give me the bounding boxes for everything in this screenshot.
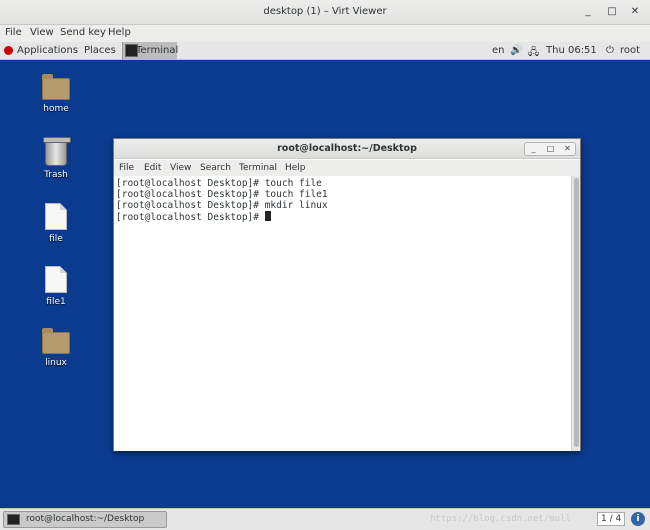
- terminal-close-button[interactable]: ✕: [559, 143, 576, 155]
- terminal-menubar: File Edit View Search Terminal Help: [114, 160, 580, 176]
- taskbar-terminal-button[interactable]: Terminal: [122, 42, 179, 60]
- desktop-icon-label: file1: [46, 297, 66, 307]
- desktop-icon-label: Trash: [44, 170, 68, 180]
- terminal-output[interactable]: [root@localhost Desktop]# touch file [ro…: [114, 176, 572, 451]
- user-menu[interactable]: root: [620, 45, 640, 56]
- trash-icon: [43, 137, 71, 166]
- terminal-prompt: [root@localhost Desktop]#: [116, 212, 265, 223]
- terminal-icon: [7, 514, 20, 525]
- folder-icon: [42, 328, 70, 354]
- watermark: https://blog.csdn.net/mull: [430, 514, 571, 524]
- window-title: desktop (1) – Virt Viewer: [263, 6, 387, 17]
- menu-send-key[interactable]: Send key: [60, 27, 106, 38]
- terminal-menu-terminal[interactable]: Terminal: [239, 163, 277, 173]
- minimize-button[interactable]: _: [580, 4, 596, 20]
- desktop-icon-label: file: [49, 234, 63, 244]
- menu-help[interactable]: Help: [108, 27, 131, 38]
- terminal-titlebar[interactable]: root@localhost:~/Desktop _ □ ✕: [114, 139, 580, 159]
- terminal-menu-edit[interactable]: Edit: [144, 163, 161, 173]
- guest-top-panel: Applications Places Terminal en 🔊 🖧 Thu …: [0, 42, 650, 60]
- terminal-menu-search[interactable]: Search: [200, 163, 231, 173]
- desktop-icon-label: home: [43, 104, 69, 114]
- terminal-window-controls: _ □ ✕: [524, 142, 576, 156]
- taskbar-item-label: root@localhost:~/Desktop: [26, 514, 145, 524]
- text-cursor: [264, 211, 271, 221]
- terminal-line: [root@localhost Desktop]# mkdir linux: [116, 200, 328, 211]
- applications-menu[interactable]: Applications: [17, 45, 78, 56]
- desktop-icon-file[interactable]: file: [21, 203, 91, 244]
- scrollbar-thumb[interactable]: [574, 178, 579, 447]
- folder-icon: [42, 74, 70, 100]
- volume-icon[interactable]: 🔊: [510, 45, 522, 56]
- terminal-prompt-line: [root@localhost Desktop]#: [116, 211, 570, 223]
- redhat-logo-icon: [4, 46, 13, 55]
- window-titlebar[interactable]: desktop (1) – Virt Viewer _ □ ✕: [0, 0, 650, 25]
- desktop-icon-trash[interactable]: Trash: [21, 137, 91, 180]
- desktop-icon-linux[interactable]: linux: [21, 328, 91, 368]
- terminal-menu-help[interactable]: Help: [285, 163, 306, 173]
- maximize-button[interactable]: □: [604, 4, 620, 20]
- terminal-window[interactable]: root@localhost:~/Desktop _ □ ✕ File Edit…: [113, 138, 581, 451]
- terminal-line: [root@localhost Desktop]# touch file: [116, 178, 322, 189]
- info-icon[interactable]: i: [631, 512, 645, 526]
- terminal-menu-view[interactable]: View: [170, 163, 191, 173]
- desktop-icon-file1[interactable]: file1: [21, 266, 91, 307]
- clock[interactable]: Thu 06:51: [546, 45, 597, 56]
- terminal-minimize-button[interactable]: _: [525, 143, 542, 155]
- terminal-line: [root@localhost Desktop]# touch file1: [116, 189, 328, 200]
- language-indicator[interactable]: en: [492, 45, 505, 56]
- power-icon[interactable]: ⏻: [606, 45, 614, 56]
- menubar: File View Send key Help: [0, 25, 650, 42]
- guest-bottom-panel: root@localhost:~/Desktop https://blog.cs…: [0, 508, 650, 530]
- terminal-maximize-button[interactable]: □: [542, 143, 559, 155]
- taskbar-terminal-label: Terminal: [136, 45, 179, 56]
- document-icon: [45, 266, 67, 293]
- desktop-icon-label: linux: [45, 358, 67, 368]
- menu-file[interactable]: File: [5, 27, 22, 38]
- terminal-menu-file[interactable]: File: [119, 163, 134, 173]
- document-icon: [45, 203, 67, 230]
- terminal-scrollbar[interactable]: [571, 176, 580, 451]
- close-button[interactable]: ✕: [627, 4, 643, 20]
- workspace-switcher[interactable]: 1 / 4: [597, 512, 626, 526]
- desktop-icon-home[interactable]: home: [21, 74, 91, 114]
- menu-view[interactable]: View: [30, 27, 54, 38]
- places-menu[interactable]: Places: [84, 45, 116, 56]
- terminal-title: root@localhost:~/Desktop: [277, 143, 417, 154]
- taskbar-item-terminal[interactable]: root@localhost:~/Desktop: [3, 511, 167, 528]
